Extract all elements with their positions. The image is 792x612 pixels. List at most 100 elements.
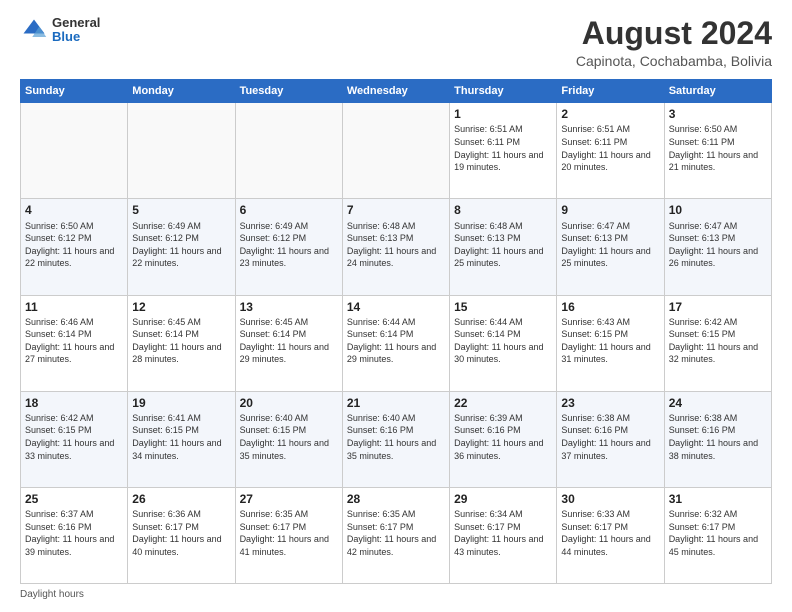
calendar-cell [235, 103, 342, 199]
calendar-weekday-saturday: Saturday [664, 80, 771, 103]
day-detail: Sunrise: 6:50 AM Sunset: 6:12 PM Dayligh… [25, 220, 123, 270]
calendar-cell: 4 Sunrise: 6:50 AM Sunset: 6:12 PM Daylig… [21, 199, 128, 295]
day-detail: Sunrise: 6:36 AM Sunset: 6:17 PM Dayligh… [132, 508, 230, 558]
footer-note: Daylight hours [20, 589, 772, 600]
day-number: 20 [240, 395, 338, 411]
location-subtitle: Capinota, Cochabamba, Bolivia [576, 53, 772, 69]
day-number: 15 [454, 299, 552, 315]
day-number: 5 [132, 202, 230, 218]
day-detail: Sunrise: 6:49 AM Sunset: 6:12 PM Dayligh… [132, 220, 230, 270]
calendar-weekday-monday: Monday [128, 80, 235, 103]
day-detail: Sunrise: 6:33 AM Sunset: 6:17 PM Dayligh… [561, 508, 659, 558]
day-detail: Sunrise: 6:45 AM Sunset: 6:14 PM Dayligh… [240, 316, 338, 366]
day-number: 18 [25, 395, 123, 411]
calendar-weekday-thursday: Thursday [450, 80, 557, 103]
calendar-cell: 18Sunrise: 6:42 AM Sunset: 6:15 PM Dayli… [21, 391, 128, 487]
calendar-week-row: 4 Sunrise: 6:50 AM Sunset: 6:12 PM Daylig… [21, 199, 772, 295]
logo: General Blue [20, 16, 100, 45]
calendar-cell: 14Sunrise: 6:44 AM Sunset: 6:14 PM Dayli… [342, 295, 449, 391]
day-detail: Sunrise: 6:49 AM Sunset: 6:12 PM Dayligh… [240, 220, 338, 270]
calendar-week-row: 11Sunrise: 6:46 AM Sunset: 6:14 PM Dayli… [21, 295, 772, 391]
month-title: August 2024 [576, 16, 772, 51]
day-number: 2 [561, 106, 659, 122]
calendar-cell: 24Sunrise: 6:38 AM Sunset: 6:16 PM Dayli… [664, 391, 771, 487]
calendar-weekday-friday: Friday [557, 80, 664, 103]
calendar-cell: 12Sunrise: 6:45 AM Sunset: 6:14 PM Dayli… [128, 295, 235, 391]
day-detail: Sunrise: 6:48 AM Sunset: 6:13 PM Dayligh… [347, 220, 445, 270]
calendar-cell: 9Sunrise: 6:47 AM Sunset: 6:13 PM Daylig… [557, 199, 664, 295]
calendar-cell: 15Sunrise: 6:44 AM Sunset: 6:14 PM Dayli… [450, 295, 557, 391]
calendar-cell: 29Sunrise: 6:34 AM Sunset: 6:17 PM Dayli… [450, 487, 557, 583]
day-detail: Sunrise: 6:44 AM Sunset: 6:14 PM Dayligh… [347, 316, 445, 366]
calendar-cell: 13Sunrise: 6:45 AM Sunset: 6:14 PM Dayli… [235, 295, 342, 391]
day-number: 28 [347, 491, 445, 507]
day-detail: Sunrise: 6:50 AM Sunset: 6:11 PM Dayligh… [669, 123, 767, 173]
title-block: August 2024 Capinota, Cochabamba, Bolivi… [576, 16, 772, 69]
day-detail: Sunrise: 6:45 AM Sunset: 6:14 PM Dayligh… [132, 316, 230, 366]
calendar-cell: 6Sunrise: 6:49 AM Sunset: 6:12 PM Daylig… [235, 199, 342, 295]
day-number: 30 [561, 491, 659, 507]
logo-text: General Blue [52, 16, 100, 45]
day-number: 17 [669, 299, 767, 315]
logo-icon [20, 16, 48, 44]
calendar-cell: 31Sunrise: 6:32 AM Sunset: 6:17 PM Dayli… [664, 487, 771, 583]
header: General Blue August 2024 Capinota, Cocha… [20, 16, 772, 69]
calendar-cell: 10 Sunrise: 6:47 AM Sunset: 6:13 PM Dayli… [664, 199, 771, 295]
calendar-cell: 5 Sunrise: 6:49 AM Sunset: 6:12 PM Daylig… [128, 199, 235, 295]
day-number: 10 [669, 202, 767, 218]
day-number: 26 [132, 491, 230, 507]
day-detail: Sunrise: 6:51 AM Sunset: 6:11 PM Dayligh… [454, 123, 552, 173]
calendar-week-row: 18Sunrise: 6:42 AM Sunset: 6:15 PM Dayli… [21, 391, 772, 487]
day-number: 29 [454, 491, 552, 507]
day-detail: Sunrise: 6:35 AM Sunset: 6:17 PM Dayligh… [347, 508, 445, 558]
calendar-cell: 27Sunrise: 6:35 AM Sunset: 6:17 PM Dayli… [235, 487, 342, 583]
calendar-cell: 7Sunrise: 6:48 AM Sunset: 6:13 PM Daylig… [342, 199, 449, 295]
day-number: 22 [454, 395, 552, 411]
day-number: 19 [132, 395, 230, 411]
logo-blue-text: Blue [52, 30, 100, 44]
day-detail: Sunrise: 6:42 AM Sunset: 6:15 PM Dayligh… [669, 316, 767, 366]
calendar-cell: 22Sunrise: 6:39 AM Sunset: 6:16 PM Dayli… [450, 391, 557, 487]
calendar-cell: 16Sunrise: 6:43 AM Sunset: 6:15 PM Dayli… [557, 295, 664, 391]
day-detail: Sunrise: 6:41 AM Sunset: 6:15 PM Dayligh… [132, 412, 230, 462]
calendar-body: 1Sunrise: 6:51 AM Sunset: 6:11 PM Daylig… [21, 103, 772, 584]
calendar-cell [342, 103, 449, 199]
calendar-cell [128, 103, 235, 199]
day-detail: Sunrise: 6:38 AM Sunset: 6:16 PM Dayligh… [561, 412, 659, 462]
day-number: 11 [25, 299, 123, 315]
calendar-week-row: 25Sunrise: 6:37 AM Sunset: 6:16 PM Dayli… [21, 487, 772, 583]
day-detail: Sunrise: 6:51 AM Sunset: 6:11 PM Dayligh… [561, 123, 659, 173]
calendar-cell: 8Sunrise: 6:48 AM Sunset: 6:13 PM Daylig… [450, 199, 557, 295]
day-detail: Sunrise: 6:47 AM Sunset: 6:13 PM Dayligh… [561, 220, 659, 270]
calendar-weekday-sunday: Sunday [21, 80, 128, 103]
calendar-cell: 25Sunrise: 6:37 AM Sunset: 6:16 PM Dayli… [21, 487, 128, 583]
day-detail: Sunrise: 6:40 AM Sunset: 6:15 PM Dayligh… [240, 412, 338, 462]
calendar-cell: 1Sunrise: 6:51 AM Sunset: 6:11 PM Daylig… [450, 103, 557, 199]
calendar-week-row: 1Sunrise: 6:51 AM Sunset: 6:11 PM Daylig… [21, 103, 772, 199]
calendar-cell: 17Sunrise: 6:42 AM Sunset: 6:15 PM Dayli… [664, 295, 771, 391]
day-detail: Sunrise: 6:46 AM Sunset: 6:14 PM Dayligh… [25, 316, 123, 366]
day-number: 31 [669, 491, 767, 507]
calendar-cell: 23Sunrise: 6:38 AM Sunset: 6:16 PM Dayli… [557, 391, 664, 487]
calendar-weekday-wednesday: Wednesday [342, 80, 449, 103]
day-detail: Sunrise: 6:39 AM Sunset: 6:16 PM Dayligh… [454, 412, 552, 462]
day-detail: Sunrise: 6:48 AM Sunset: 6:13 PM Dayligh… [454, 220, 552, 270]
day-detail: Sunrise: 6:43 AM Sunset: 6:15 PM Dayligh… [561, 316, 659, 366]
day-detail: Sunrise: 6:34 AM Sunset: 6:17 PM Dayligh… [454, 508, 552, 558]
day-detail: Sunrise: 6:35 AM Sunset: 6:17 PM Dayligh… [240, 508, 338, 558]
day-number: 24 [669, 395, 767, 411]
day-detail: Sunrise: 6:40 AM Sunset: 6:16 PM Dayligh… [347, 412, 445, 462]
calendar-cell: 2Sunrise: 6:51 AM Sunset: 6:11 PM Daylig… [557, 103, 664, 199]
day-number: 4 [25, 202, 123, 218]
day-number: 16 [561, 299, 659, 315]
day-number: 1 [454, 106, 552, 122]
calendar-table: SundayMondayTuesdayWednesdayThursdayFrid… [20, 79, 772, 584]
calendar-cell: 20Sunrise: 6:40 AM Sunset: 6:15 PM Dayli… [235, 391, 342, 487]
calendar-weekday-tuesday: Tuesday [235, 80, 342, 103]
day-number: 25 [25, 491, 123, 507]
day-number: 14 [347, 299, 445, 315]
day-detail: Sunrise: 6:38 AM Sunset: 6:16 PM Dayligh… [669, 412, 767, 462]
day-detail: Sunrise: 6:44 AM Sunset: 6:14 PM Dayligh… [454, 316, 552, 366]
day-detail: Sunrise: 6:47 AM Sunset: 6:13 PM Dayligh… [669, 220, 767, 270]
day-number: 12 [132, 299, 230, 315]
